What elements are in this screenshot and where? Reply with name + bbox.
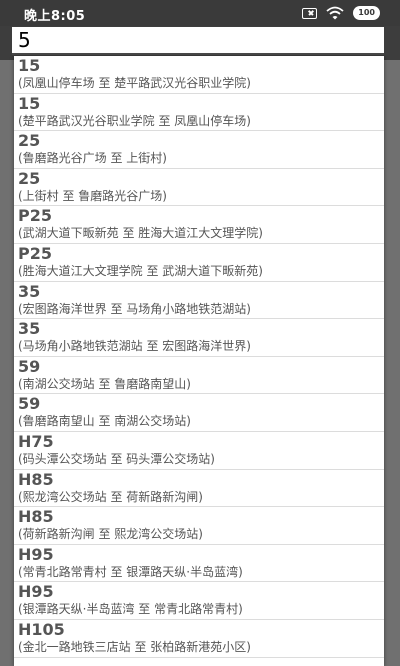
list-item[interactable]: H105 (金北一路地铁三店站 至 张柏路新港苑小区) [14, 620, 384, 658]
battery-icon: 100 [353, 6, 380, 20]
route-number: 35 [18, 281, 41, 301]
route-description: (码头潭公交场站 至 码头潭公交场站) [18, 451, 215, 466]
route-description: (南湖公交场站 至 鲁磨路南望山) [18, 376, 191, 391]
route-description: (银潭路天纵·半岛蓝湾 至 常青北路常青村) [18, 602, 243, 617]
route-description: (胜海大道江大文理学院 至 武湖大道下畈新苑) [18, 263, 263, 278]
list-item[interactable]: 35 (马场角小路地铁范湖站 至 宏图路海洋世界) [14, 319, 384, 357]
list-item[interactable]: 25 (上街村 至 鲁磨路光谷广场) [14, 169, 384, 207]
route-search-input[interactable] [12, 27, 384, 55]
route-number: H95 [18, 544, 54, 564]
route-description: (熙龙湾公交场站 至 荷新路新沟闸) [18, 489, 203, 504]
route-number: 15 [18, 93, 41, 113]
sim-off-icon [302, 7, 318, 19]
suggestion-dropdown: 15 (凤凰山停车场 至 楚平路武汉光谷职业学院) 15 (楚平路武汉光谷职业学院 至… [14, 56, 384, 666]
route-description: (楚平路武汉光谷职业学院 至 凤凰山停车场) [18, 113, 251, 128]
route-number: 35 [18, 319, 41, 339]
route-number: 59 [18, 356, 41, 376]
list-item[interactable]: P25 (胜海大道江大文理学院 至 武湖大道下畈新苑) [14, 244, 384, 282]
list-item[interactable]: H85 (荷新路新沟闸 至 熙龙湾公交场站) [14, 507, 384, 545]
status-bar: 晚上8:05 100 [0, 0, 400, 26]
list-item[interactable]: H75 (码头潭公交场站 至 码头潭公交场站) [14, 432, 384, 470]
list-item[interactable]: 59 (鲁磨路南望山 至 南湖公交场站) [14, 394, 384, 432]
route-description: (常青北路常青村 至 银潭路天纵·半岛蓝湾) [18, 564, 243, 579]
route-number: 15 [18, 56, 41, 75]
route-number: H85 [18, 469, 54, 489]
route-number: 25 [18, 168, 41, 188]
route-number: 25 [18, 131, 41, 151]
wifi-icon [326, 6, 344, 20]
route-description: (荷新路新沟闸 至 熙龙湾公交场站) [18, 527, 203, 542]
route-number: H95 [18, 582, 54, 602]
list-item[interactable]: 25 (鲁磨路光谷广场 至 上街村) [14, 131, 384, 169]
route-description: (武湖大道下畈新苑 至 胜海大道江大文理学院) [18, 226, 263, 241]
route-number: H75 [18, 431, 54, 451]
route-number: H105 [18, 619, 65, 639]
status-icons: 100 [302, 5, 380, 21]
route-description: (宏图路海洋世界 至 马场角小路地铁范湖站) [18, 301, 251, 316]
list-item[interactable]: H85 (熙龙湾公交场站 至 荷新路新沟闸) [14, 470, 384, 508]
list-item[interactable]: H95 (银潭路天纵·半岛蓝湾 至 常青北路常青村) [14, 582, 384, 620]
route-number: P25 [18, 243, 52, 263]
route-description: (金北一路地铁三店站 至 张柏路新港苑小区) [18, 639, 251, 654]
route-number: P25 [18, 206, 52, 226]
list-item[interactable]: 15 (凤凰山停车场 至 楚平路武汉光谷职业学院) [14, 56, 384, 94]
list-item[interactable]: 35 (宏图路海洋世界 至 马场角小路地铁范湖站) [14, 282, 384, 320]
route-number: 59 [18, 394, 41, 414]
list-item[interactable]: H95 (常青北路常青村 至 银潭路天纵·半岛蓝湾) [14, 545, 384, 583]
list-item[interactable]: 15 (楚平路武汉光谷职业学院 至 凤凰山停车场) [14, 94, 384, 132]
route-description: (马场角小路地铁范湖站 至 宏图路海洋世界) [18, 339, 251, 354]
route-description: (鲁磨路南望山 至 南湖公交场站) [18, 414, 191, 429]
route-description: (上街村 至 鲁磨路光谷广场) [18, 188, 167, 203]
list-item[interactable]: 59 (南湖公交场站 至 鲁磨路南望山) [14, 357, 384, 395]
list-item[interactable]: P25 (武湖大道下畈新苑 至 胜海大道江大文理学院) [14, 206, 384, 244]
route-number: H85 [18, 507, 54, 527]
route-description: (鲁磨路光谷广场 至 上街村) [18, 151, 167, 166]
status-time: 晚上8:05 [24, 9, 86, 24]
route-description: (凤凰山停车场 至 楚平路武汉光谷职业学院) [18, 76, 251, 90]
